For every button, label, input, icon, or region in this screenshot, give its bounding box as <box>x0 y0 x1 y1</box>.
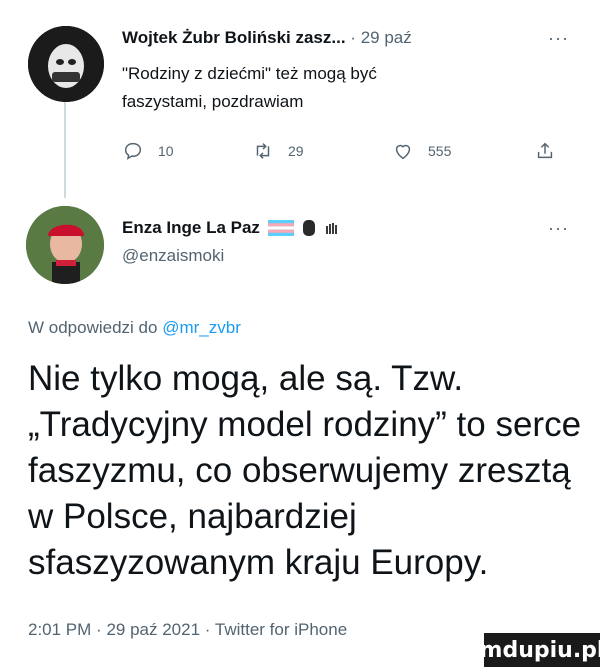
author-row: Enza Inge La Paz <box>122 218 340 238</box>
sign-language-emoji <box>325 223 337 234</box>
reply-button[interactable]: 10 <box>122 140 174 162</box>
reply-prefix: W odpowiedzi do <box>28 318 158 337</box>
tweet-date[interactable]: 29 paź <box>361 28 412 47</box>
trans-flag-emoji <box>267 220 294 236</box>
separator: · <box>204 620 211 639</box>
tweet-text: "Rodziny z dziećmi" też mogą być faszyst… <box>122 60 542 116</box>
retweet-icon <box>256 143 270 159</box>
reply-count: 10 <box>158 143 174 159</box>
author-handle[interactable]: @enzaismoki <box>122 246 224 266</box>
like-button[interactable]: 555 <box>392 140 451 162</box>
mention-link[interactable]: @mr_zvbr <box>162 318 241 337</box>
tweet-text-line: "Rodziny z dziećmi" też mogą być <box>122 64 377 83</box>
tweet-time[interactable]: 2:01 PM <box>28 620 91 639</box>
author-name[interactable]: Wojtek Żubr Boliński zasz... <box>122 28 346 47</box>
share-button[interactable] <box>534 140 556 162</box>
tweet-full-date[interactable]: 29 paź 2021 <box>106 620 200 639</box>
like-icon <box>395 144 411 160</box>
avatar-image <box>28 26 104 102</box>
like-count: 555 <box>428 143 452 159</box>
reply-icon <box>124 142 142 160</box>
tweet-footer: 2:01 PM · 29 paź 2021 · Twitter for iPho… <box>28 620 347 640</box>
share-icon <box>537 142 553 159</box>
reply-context: W odpowiedzi do @mr_zvbr <box>28 318 241 338</box>
avatar-image <box>26 206 104 284</box>
avatar[interactable] <box>28 26 104 102</box>
author-name[interactable]: Enza Inge La Paz <box>122 218 260 238</box>
source-app-link[interactable]: Twitter for iPhone <box>215 620 347 639</box>
tweet-text-line: faszystami, pozdrawiam <box>122 92 304 111</box>
retweet-button[interactable]: 29 <box>252 140 304 162</box>
main-tweet-text: Nie tylko mogą, ale są. Tzw. „Tradycyjny… <box>28 359 582 582</box>
thread-line <box>64 98 66 198</box>
more-options-icon[interactable]: ··· <box>548 28 569 49</box>
fist-emoji <box>302 220 315 236</box>
tweet-header: Wojtek Żubr Boliński zasz... · 29 paź <box>122 28 412 48</box>
site-watermark: mdupiu.pl <box>480 633 600 667</box>
more-options-icon[interactable]: ··· <box>548 218 569 239</box>
tweet-actions: 10 29 555 <box>122 140 562 170</box>
separator: · <box>96 620 102 639</box>
avatar[interactable] <box>26 206 104 284</box>
retweet-count: 29 <box>288 143 304 159</box>
separator: · <box>350 28 356 47</box>
